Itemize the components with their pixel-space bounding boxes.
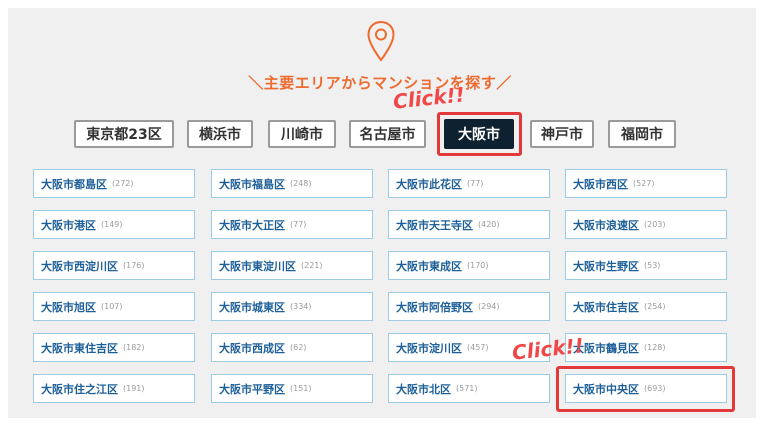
- ward-count: (170): [467, 261, 489, 270]
- ward-name: 大阪市平野区: [219, 382, 285, 396]
- ward-name: 大阪市大正区: [219, 218, 285, 232]
- ward-link[interactable]: 大阪市東住吉区 (182): [33, 333, 195, 362]
- ward-name: 大阪市浪速区: [573, 218, 639, 232]
- ward-count: (182): [123, 343, 145, 352]
- tab-kobe[interactable]: 神戸市: [530, 120, 594, 148]
- tab-nagoya[interactable]: 名古屋市: [349, 120, 426, 148]
- ward-count: (221): [301, 261, 323, 270]
- ward-name: 大阪市西成区: [219, 341, 285, 355]
- section-heading: ＼主要エリアからマンションを探す／: [248, 74, 512, 92]
- ward-link[interactable]: 大阪市西区 (527): [565, 169, 727, 198]
- ward-name: 大阪市北区: [396, 382, 451, 396]
- ward-name: 大阪市都島区: [41, 177, 107, 191]
- ward-link[interactable]: 大阪市阿倍野区 (294): [388, 292, 550, 321]
- ward-name: 大阪市東淀川区: [219, 259, 296, 273]
- ward-count: (420): [478, 220, 500, 229]
- ward-count: (203): [644, 220, 666, 229]
- ward-link[interactable]: 大阪市都島区 (272): [33, 169, 195, 198]
- ward-count: (527): [633, 179, 655, 188]
- ward-count: (571): [456, 384, 478, 393]
- ward-name: 大阪市天王寺区: [396, 218, 473, 232]
- ward-count: (248): [290, 179, 312, 188]
- ward-link[interactable]: 大阪市大正区 (77): [211, 210, 373, 239]
- ward-count: (176): [123, 261, 145, 270]
- ward-name: 大阪市港区: [41, 218, 96, 232]
- ward-link[interactable]: 大阪市平野区 (151): [211, 374, 373, 403]
- ward-count: (191): [123, 384, 145, 393]
- ward-link[interactable]: 大阪市東成区 (170): [388, 251, 550, 280]
- ward-name: 大阪市生野区: [573, 259, 639, 273]
- ward-link[interactable]: 大阪市福島区 (248): [211, 169, 373, 198]
- tab-tokyo-23[interactable]: 東京都23区: [74, 120, 174, 148]
- highlight-box-chuo-ward: [556, 366, 735, 412]
- ward-link[interactable]: 大阪市住之江区 (191): [33, 374, 195, 403]
- ward-link[interactable]: 大阪市生野区 (53): [565, 251, 727, 280]
- ward-count: (151): [290, 384, 312, 393]
- ward-count: (334): [290, 302, 312, 311]
- city-tabs: 東京都23区 横浜市 川崎市 名古屋市 大阪市 神戸市 福岡市: [0, 119, 760, 150]
- ward-name: 大阪市住之江区: [41, 382, 118, 396]
- tab-kawasaki[interactable]: 川崎市: [268, 120, 336, 148]
- ward-count: (77): [290, 220, 307, 229]
- ward-link[interactable]: 大阪市西淀川区 (176): [33, 251, 195, 280]
- ward-link[interactable]: 大阪市住吉区 (254): [565, 292, 727, 321]
- ward-count: (77): [467, 179, 484, 188]
- ward-count: (53): [644, 261, 661, 270]
- ward-count: (128): [644, 343, 666, 352]
- ward-count: (294): [478, 302, 500, 311]
- ward-name: 大阪市淀川区: [396, 341, 462, 355]
- tab-yokohama[interactable]: 横浜市: [187, 120, 253, 148]
- ward-name: 大阪市福島区: [219, 177, 285, 191]
- ward-link[interactable]: 大阪市浪速区 (203): [565, 210, 727, 239]
- ward-name: 大阪市西区: [573, 177, 628, 191]
- ward-name: 大阪市城東区: [219, 300, 285, 314]
- ward-count: (62): [290, 343, 307, 352]
- highlight-box-osaka-tab: [437, 112, 522, 156]
- ward-link[interactable]: 大阪市鶴見区 (128): [565, 333, 727, 362]
- ward-link[interactable]: 大阪市旭区 (107): [33, 292, 195, 321]
- ward-name: 大阪市旭区: [41, 300, 96, 314]
- tab-fukuoka[interactable]: 福岡市: [608, 120, 676, 148]
- ward-count: (107): [101, 302, 123, 311]
- map-pin-icon: [367, 20, 395, 62]
- ward-name: 大阪市住吉区: [573, 300, 639, 314]
- ward-count: (272): [112, 179, 134, 188]
- ward-count: (149): [101, 220, 123, 229]
- ward-name: 大阪市阿倍野区: [396, 300, 473, 314]
- ward-link[interactable]: 大阪市東淀川区 (221): [211, 251, 373, 280]
- ward-link[interactable]: 大阪市港区 (149): [33, 210, 195, 239]
- ward-link[interactable]: 大阪市西成区 (62): [211, 333, 373, 362]
- ward-link[interactable]: 大阪市天王寺区 (420): [388, 210, 550, 239]
- ward-name: 大阪市東成区: [396, 259, 462, 273]
- ward-count: (457): [467, 343, 489, 352]
- ward-name: 大阪市西淀川区: [41, 259, 118, 273]
- ward-name: 大阪市東住吉区: [41, 341, 118, 355]
- ward-link[interactable]: 大阪市城東区 (334): [211, 292, 373, 321]
- ward-link[interactable]: 大阪市北区 (571): [388, 374, 550, 403]
- ward-count: (254): [644, 302, 666, 311]
- ward-name: 大阪市此花区: [396, 177, 462, 191]
- ward-link[interactable]: 大阪市此花区 (77): [388, 169, 550, 198]
